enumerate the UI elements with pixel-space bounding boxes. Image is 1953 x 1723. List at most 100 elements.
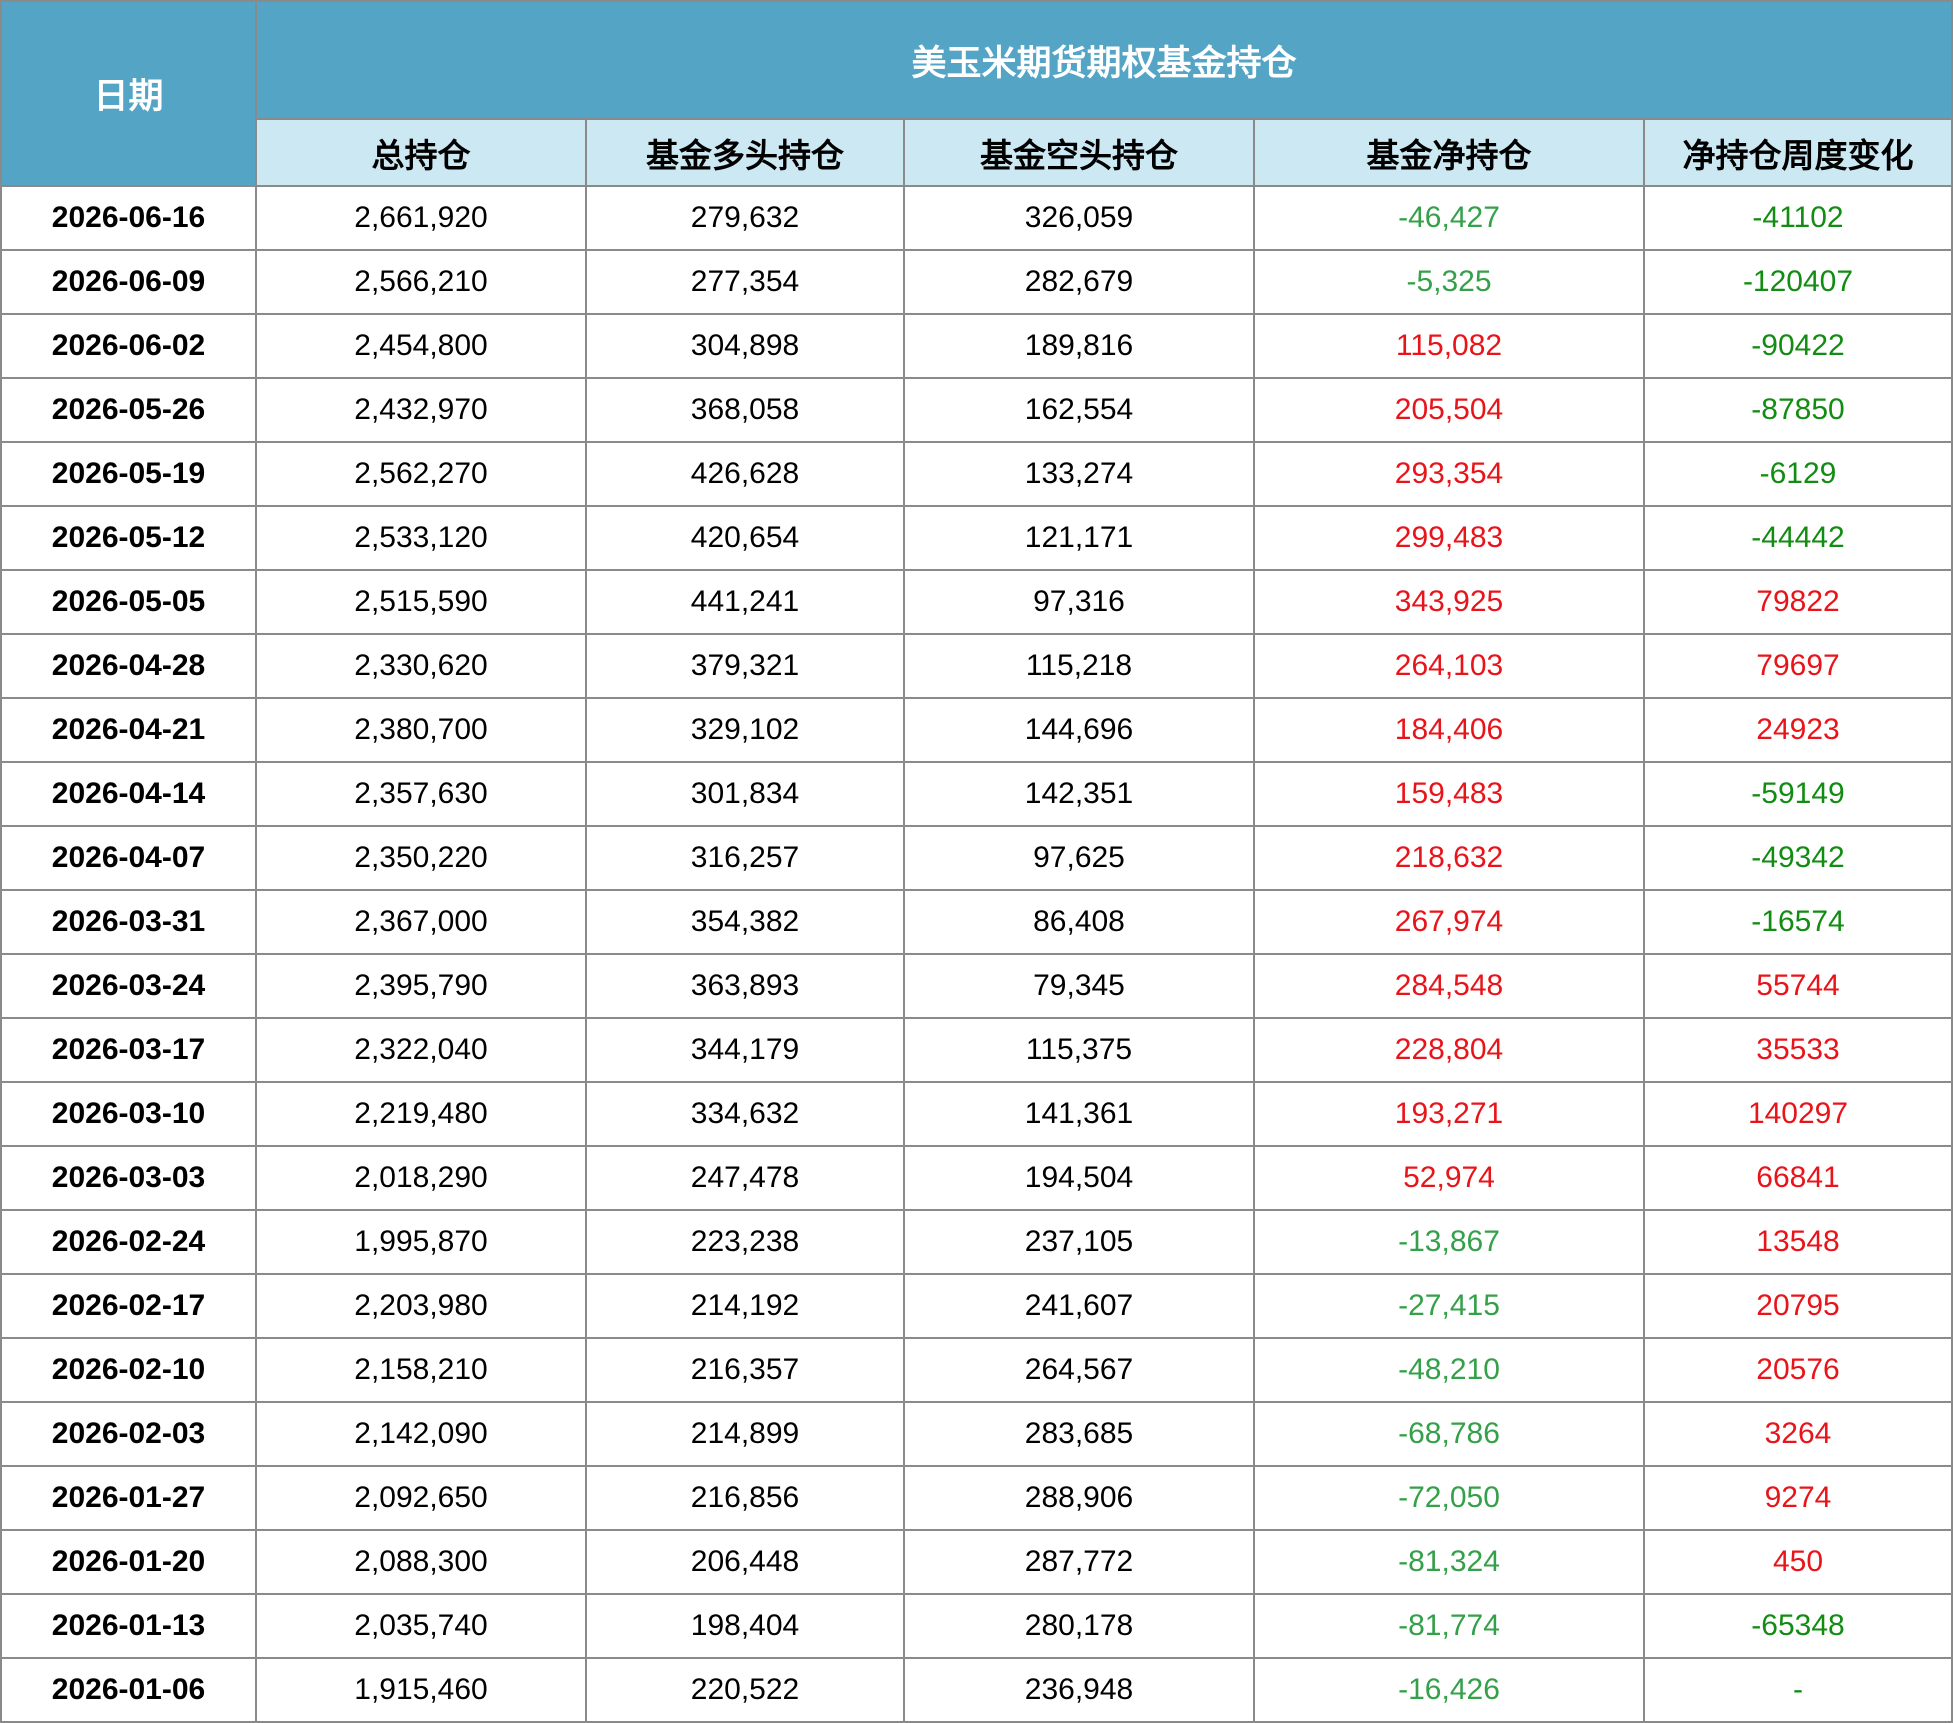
fund-short-cell: 133,274 bbox=[905, 443, 1255, 507]
total-position-cell: 2,142,090 bbox=[257, 1403, 587, 1467]
total-position-cell: 2,432,970 bbox=[257, 379, 587, 443]
fund-long-cell: 379,321 bbox=[587, 635, 905, 699]
fund-short-cell: 326,059 bbox=[905, 187, 1255, 251]
fund-net-cell: -81,324 bbox=[1255, 1531, 1645, 1595]
fund-net-cell: -27,415 bbox=[1255, 1275, 1645, 1339]
date-cell: 2026-06-02 bbox=[0, 315, 257, 379]
net-weekly-change-cell: 9274 bbox=[1645, 1467, 1953, 1531]
fund-long-cell: 420,654 bbox=[587, 507, 905, 571]
total-position-cell: 2,380,700 bbox=[257, 699, 587, 763]
fund-short-cell: 141,361 bbox=[905, 1083, 1255, 1147]
total-position-cell: 2,562,270 bbox=[257, 443, 587, 507]
date-cell: 2026-04-07 bbox=[0, 827, 257, 891]
net-weekly-change-cell: 20576 bbox=[1645, 1339, 1953, 1403]
fund-long-cell: 198,404 bbox=[587, 1595, 905, 1659]
net-weekly-change-cell: 35533 bbox=[1645, 1019, 1953, 1083]
fund-short-cell: 162,554 bbox=[905, 379, 1255, 443]
net-weekly-change-cell: 3264 bbox=[1645, 1403, 1953, 1467]
fund-short-cell: 97,625 bbox=[905, 827, 1255, 891]
fund-long-cell: 216,357 bbox=[587, 1339, 905, 1403]
fund-long-cell: 216,856 bbox=[587, 1467, 905, 1531]
fund-long-cell: 316,257 bbox=[587, 827, 905, 891]
net-weekly-change-cell: 66841 bbox=[1645, 1147, 1953, 1211]
total-position-cell: 2,566,210 bbox=[257, 251, 587, 315]
net-weekly-change-cell: 55744 bbox=[1645, 955, 1953, 1019]
date-cell: 2026-03-24 bbox=[0, 955, 257, 1019]
fund-short-cell: 282,679 bbox=[905, 251, 1255, 315]
fund-long-cell: 363,893 bbox=[587, 955, 905, 1019]
fund-short-cell: 283,685 bbox=[905, 1403, 1255, 1467]
fund-short-cell: 264,567 bbox=[905, 1339, 1255, 1403]
net-weekly-change-cell: 13548 bbox=[1645, 1211, 1953, 1275]
fund-short-cell: 189,816 bbox=[905, 315, 1255, 379]
fund-long-cell: 441,241 bbox=[587, 571, 905, 635]
fund-long-cell: 247,478 bbox=[587, 1147, 905, 1211]
fund-short-cell: 79,345 bbox=[905, 955, 1255, 1019]
total-position-cell: 2,661,920 bbox=[257, 187, 587, 251]
net-weekly-change-cell: -87850 bbox=[1645, 379, 1953, 443]
table-title: 美玉米期货期权基金持仓 bbox=[257, 0, 1953, 120]
fund-long-cell: 354,382 bbox=[587, 891, 905, 955]
date-cell: 2026-01-13 bbox=[0, 1595, 257, 1659]
date-cell: 2026-02-17 bbox=[0, 1275, 257, 1339]
net-weekly-change-cell: -16574 bbox=[1645, 891, 1953, 955]
fund-short-cell: 237,105 bbox=[905, 1211, 1255, 1275]
date-cell: 2026-05-05 bbox=[0, 571, 257, 635]
fund-net-cell: -48,210 bbox=[1255, 1339, 1645, 1403]
total-position-cell: 2,350,220 bbox=[257, 827, 587, 891]
net-weekly-change-cell: -59149 bbox=[1645, 763, 1953, 827]
fund-long-cell: 301,834 bbox=[587, 763, 905, 827]
fund-long-cell: 206,448 bbox=[587, 1531, 905, 1595]
date-column-header: 日期 bbox=[0, 0, 257, 187]
net-weekly-change-cell: 24923 bbox=[1645, 699, 1953, 763]
date-cell: 2026-06-16 bbox=[0, 187, 257, 251]
date-cell: 2026-02-03 bbox=[0, 1403, 257, 1467]
net-weekly-change-cell: 140297 bbox=[1645, 1083, 1953, 1147]
net-weekly-change-cell: -44442 bbox=[1645, 507, 1953, 571]
total-position-cell: 2,219,480 bbox=[257, 1083, 587, 1147]
fund-short-cell: 287,772 bbox=[905, 1531, 1255, 1595]
fund-short-cell: 194,504 bbox=[905, 1147, 1255, 1211]
total-position-cell: 2,088,300 bbox=[257, 1531, 587, 1595]
net-weekly-change-cell: -49342 bbox=[1645, 827, 1953, 891]
total-position-cell: 2,322,040 bbox=[257, 1019, 587, 1083]
fund-net-cell: 159,483 bbox=[1255, 763, 1645, 827]
net-weekly-change-cell: - bbox=[1645, 1659, 1953, 1723]
fund-short-cell: 288,906 bbox=[905, 1467, 1255, 1531]
fund-short-cell: 86,408 bbox=[905, 891, 1255, 955]
date-cell: 2026-04-28 bbox=[0, 635, 257, 699]
positions-table: 日期 美玉米期货期权基金持仓 总持仓 基金多头持仓 基金空头持仓 基金净持仓 净… bbox=[0, 0, 1953, 1723]
net-weekly-change-cell: -6129 bbox=[1645, 443, 1953, 507]
column-header-net-weekly-change: 净持仓周度变化 bbox=[1645, 120, 1953, 187]
fund-short-cell: 144,696 bbox=[905, 699, 1255, 763]
total-position-cell: 2,357,630 bbox=[257, 763, 587, 827]
fund-long-cell: 368,058 bbox=[587, 379, 905, 443]
fund-long-cell: 304,898 bbox=[587, 315, 905, 379]
fund-short-cell: 280,178 bbox=[905, 1595, 1255, 1659]
net-weekly-change-cell: 20795 bbox=[1645, 1275, 1953, 1339]
date-cell: 2026-03-17 bbox=[0, 1019, 257, 1083]
fund-net-cell: 293,354 bbox=[1255, 443, 1645, 507]
total-position-cell: 2,533,120 bbox=[257, 507, 587, 571]
fund-short-cell: 241,607 bbox=[905, 1275, 1255, 1339]
date-cell: 2026-01-27 bbox=[0, 1467, 257, 1531]
fund-long-cell: 277,354 bbox=[587, 251, 905, 315]
fund-net-cell: 343,925 bbox=[1255, 571, 1645, 635]
net-weekly-change-cell: 79697 bbox=[1645, 635, 1953, 699]
date-cell: 2026-05-12 bbox=[0, 507, 257, 571]
total-position-cell: 2,035,740 bbox=[257, 1595, 587, 1659]
fund-net-cell: 267,974 bbox=[1255, 891, 1645, 955]
total-position-cell: 2,395,790 bbox=[257, 955, 587, 1019]
fund-long-cell: 220,522 bbox=[587, 1659, 905, 1723]
fund-net-cell: -68,786 bbox=[1255, 1403, 1645, 1467]
fund-short-cell: 142,351 bbox=[905, 763, 1255, 827]
total-position-cell: 2,330,620 bbox=[257, 635, 587, 699]
total-position-cell: 1,995,870 bbox=[257, 1211, 587, 1275]
fund-long-cell: 329,102 bbox=[587, 699, 905, 763]
fund-short-cell: 115,375 bbox=[905, 1019, 1255, 1083]
net-weekly-change-cell: -41102 bbox=[1645, 187, 1953, 251]
column-header-fund-short: 基金空头持仓 bbox=[905, 120, 1255, 187]
fund-net-cell: 184,406 bbox=[1255, 699, 1645, 763]
total-position-cell: 2,515,590 bbox=[257, 571, 587, 635]
column-header-fund-net: 基金净持仓 bbox=[1255, 120, 1645, 187]
